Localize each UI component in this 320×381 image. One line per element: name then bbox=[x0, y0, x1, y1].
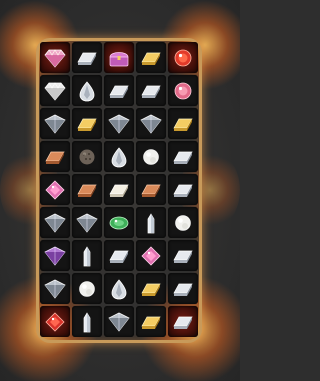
board-cell[interactable] bbox=[72, 141, 102, 172]
board-cell[interactable] bbox=[72, 240, 102, 271]
copper-bar-gem[interactable] bbox=[43, 146, 67, 168]
board-cell[interactable] bbox=[104, 240, 134, 271]
pink-diamond-gem[interactable] bbox=[43, 47, 67, 69]
gold-bar-gem[interactable] bbox=[139, 47, 163, 69]
board-cell[interactable] bbox=[136, 108, 166, 139]
purple-diamond-gem[interactable] bbox=[43, 245, 67, 267]
silver-bar-gem[interactable] bbox=[139, 80, 163, 102]
red-round-gem[interactable] bbox=[171, 47, 195, 69]
silver-diamond-gem[interactable] bbox=[75, 212, 99, 234]
silver-bar-gem[interactable] bbox=[171, 245, 195, 267]
board-cell[interactable] bbox=[72, 75, 102, 106]
board-cell[interactable] bbox=[104, 306, 134, 337]
board-cell[interactable] bbox=[40, 108, 70, 139]
board-cell[interactable] bbox=[72, 174, 102, 205]
pink-square-gem[interactable] bbox=[43, 179, 67, 201]
board-cell[interactable] bbox=[40, 306, 70, 337]
board-cell[interactable] bbox=[136, 75, 166, 106]
board-cell[interactable] bbox=[136, 240, 166, 271]
silver-teardrop-gem[interactable] bbox=[107, 278, 131, 300]
silver-diamond-gem[interactable] bbox=[43, 278, 67, 300]
silver-bar-gem[interactable] bbox=[171, 278, 195, 300]
board-cell[interactable] bbox=[136, 207, 166, 238]
board-cell[interactable] bbox=[40, 240, 70, 271]
silver-diamond-gem[interactable] bbox=[43, 212, 67, 234]
pearl-bar-gem[interactable] bbox=[107, 179, 131, 201]
silver-diamond-gem[interactable] bbox=[107, 113, 131, 135]
board-cell[interactable] bbox=[168, 108, 198, 139]
stone-sphere-gem[interactable] bbox=[75, 146, 99, 168]
silver-diamond-gem[interactable] bbox=[43, 113, 67, 135]
white-diamond-gem[interactable] bbox=[43, 80, 67, 102]
board-cell[interactable] bbox=[72, 108, 102, 139]
gold-bar-gem[interactable] bbox=[139, 278, 163, 300]
pearl-gem[interactable] bbox=[139, 146, 163, 168]
gold-bar-gem[interactable] bbox=[75, 113, 99, 135]
board-cell[interactable] bbox=[40, 273, 70, 304]
board-cell[interactable] bbox=[104, 141, 134, 172]
board-cell[interactable] bbox=[72, 42, 102, 73]
board-cell[interactable] bbox=[104, 207, 134, 238]
silver-bar-gem[interactable] bbox=[107, 245, 131, 267]
board-cell[interactable] bbox=[104, 75, 134, 106]
board-cell[interactable] bbox=[168, 42, 198, 73]
pink-round-gem[interactable] bbox=[171, 80, 195, 102]
board-cell[interactable] bbox=[40, 141, 70, 172]
board-cell[interactable] bbox=[168, 240, 198, 271]
board-cell[interactable] bbox=[72, 207, 102, 238]
treasure-chest[interactable] bbox=[107, 47, 131, 69]
quartz-crystal-gem[interactable] bbox=[139, 212, 163, 234]
red-square-gem[interactable] bbox=[43, 311, 67, 333]
copper-bar-gem[interactable] bbox=[139, 179, 163, 201]
board-cell[interactable] bbox=[40, 174, 70, 205]
pearl-gem[interactable] bbox=[75, 278, 99, 300]
board-cell[interactable] bbox=[104, 174, 134, 205]
gold-bar-gem[interactable] bbox=[171, 113, 195, 135]
board-cell[interactable] bbox=[168, 75, 198, 106]
silver-diamond-gem[interactable] bbox=[107, 311, 131, 333]
silver-bar-gem[interactable] bbox=[171, 311, 195, 333]
board-cell[interactable] bbox=[168, 273, 198, 304]
pink-square-gem[interactable] bbox=[139, 245, 163, 267]
board-cell[interactable] bbox=[104, 42, 134, 73]
board-cell[interactable] bbox=[104, 273, 134, 304]
silver-teardrop-gem[interactable] bbox=[107, 146, 131, 168]
game-screen bbox=[0, 0, 240, 381]
quartz-crystal-gem[interactable] bbox=[75, 245, 99, 267]
board-cell[interactable] bbox=[136, 141, 166, 172]
board-cell[interactable] bbox=[72, 306, 102, 337]
copper-bar-gem[interactable] bbox=[75, 179, 99, 201]
board-cell[interactable] bbox=[40, 207, 70, 238]
silver-bar-gem[interactable] bbox=[171, 179, 195, 201]
pearl-gem[interactable] bbox=[171, 212, 195, 234]
silver-bar-gem[interactable] bbox=[75, 47, 99, 69]
gem-board bbox=[40, 42, 200, 340]
board-cell[interactable] bbox=[40, 75, 70, 106]
emerald-oval-gem[interactable] bbox=[107, 212, 131, 234]
silver-teardrop-gem[interactable] bbox=[75, 80, 99, 102]
quartz-crystal-gem[interactable] bbox=[75, 311, 99, 333]
board-cell[interactable] bbox=[168, 174, 198, 205]
silver-bar-gem[interactable] bbox=[171, 146, 195, 168]
silver-diamond-gem[interactable] bbox=[139, 113, 163, 135]
board-cell[interactable] bbox=[168, 141, 198, 172]
board-cell[interactable] bbox=[136, 42, 166, 73]
board-cell[interactable] bbox=[136, 306, 166, 337]
silver-bar-gem[interactable] bbox=[107, 80, 131, 102]
gold-bar-gem[interactable] bbox=[139, 311, 163, 333]
board-cell[interactable] bbox=[168, 207, 198, 238]
board-cell[interactable] bbox=[168, 306, 198, 337]
board-cell[interactable] bbox=[40, 42, 70, 73]
board-cell[interactable] bbox=[104, 108, 134, 139]
board-cell[interactable] bbox=[136, 273, 166, 304]
board-cell[interactable] bbox=[136, 174, 166, 205]
board-cell[interactable] bbox=[72, 273, 102, 304]
